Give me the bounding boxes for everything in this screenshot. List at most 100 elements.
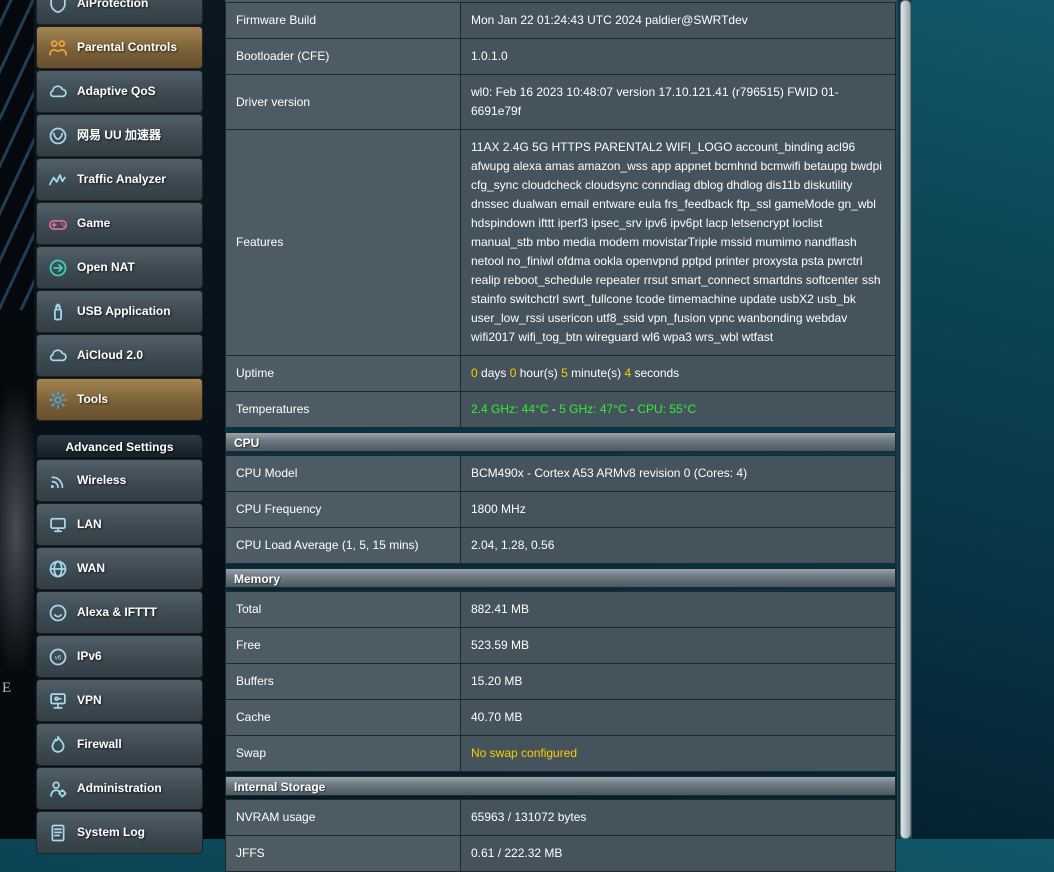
alexa-icon bbox=[47, 602, 69, 624]
row-memory-swap: SwapNo swap configured bbox=[225, 736, 896, 772]
admin-icon bbox=[47, 778, 69, 800]
sidebar-item-usb-application[interactable]: USB Application bbox=[36, 290, 203, 333]
row-memory-cache: Cache40.70 MB bbox=[225, 700, 896, 736]
gamepad-icon bbox=[47, 213, 69, 235]
sidebar-item-label: LAN bbox=[77, 518, 102, 531]
sidebar-item-vpn[interactable]: VPN bbox=[36, 679, 203, 722]
sidebar-item-aicloud[interactable]: AiCloud 2.0 bbox=[36, 334, 203, 377]
row-memory-free: Free523.59 MB bbox=[225, 628, 896, 664]
artwork-blue-streaks bbox=[0, 0, 34, 310]
sidebar-item-wireless[interactable]: Wireless bbox=[36, 459, 203, 502]
row-value: 11AX 2.4G 5G HTTPS PARENTAL2 WIFI_LOGO a… bbox=[461, 130, 895, 355]
sidebar-item-label: WAN bbox=[77, 562, 105, 575]
section-header-cpu: CPU bbox=[225, 432, 896, 452]
sidebar-item-administration[interactable]: Administration bbox=[36, 767, 203, 810]
sidebar-item-label: Parental Controls bbox=[77, 41, 177, 54]
row-jffs: JFFS0.61 / 222.32 MB bbox=[225, 836, 896, 872]
row-memory-total: Total882.41 MB bbox=[225, 591, 896, 628]
sidebar-item-label: Firewall bbox=[77, 738, 122, 751]
log-icon bbox=[47, 822, 69, 844]
row-label: Swap bbox=[226, 736, 461, 771]
row-bootloader: Bootloader (CFE)1.0.1.0 bbox=[225, 39, 896, 75]
wireless-icon bbox=[47, 470, 69, 492]
sidebar-item-lan[interactable]: LAN bbox=[36, 503, 203, 546]
sidebar-item-label: USB Application bbox=[77, 305, 171, 318]
row-label: Firmware Build bbox=[226, 3, 461, 38]
sidebar-item-traffic-analyzer[interactable]: Traffic Analyzer bbox=[36, 158, 203, 201]
lan-icon bbox=[47, 514, 69, 536]
section-header-memory: Memory bbox=[225, 568, 896, 588]
row-features: Features11AX 2.4G 5G HTTPS PARENTAL2 WIF… bbox=[225, 130, 896, 356]
row-label: Driver version bbox=[226, 75, 461, 129]
usb-icon bbox=[47, 301, 69, 323]
row-uptime: Uptime0 days 0 hour(s) 5 minute(s) 4 sec… bbox=[225, 356, 896, 392]
row-value: wl0: Feb 16 2023 10:48:07 version 17.10.… bbox=[461, 75, 895, 129]
sidebar-item-uu-booster[interactable]: 网易 UU 加速器 bbox=[36, 114, 203, 157]
sidebar-item-ipv6[interactable]: v6 IPv6 bbox=[36, 635, 203, 678]
background-artwork: E bbox=[0, 0, 34, 839]
sidebar-item-aiprotection[interactable]: AiProtection bbox=[36, 0, 203, 25]
row-label: Free bbox=[226, 628, 461, 663]
row-cpu-load-average: CPU Load Average (1, 5, 15 mins)2.04, 1.… bbox=[225, 528, 896, 564]
row-value: 523.59 MB bbox=[461, 628, 895, 663]
advanced-settings-header: Advanced Settings bbox=[36, 434, 203, 458]
row-value: 882.41 MB bbox=[461, 592, 895, 627]
wan-icon bbox=[47, 558, 69, 580]
open-nat-icon bbox=[47, 257, 69, 279]
sidebar-item-tools[interactable]: Tools bbox=[36, 378, 203, 421]
system-info-table: Firmware BuildMon Jan 22 01:24:43 UTC 20… bbox=[225, 3, 896, 872]
sidebar-item-label: Traffic Analyzer bbox=[77, 173, 166, 186]
sidebar-item-wan[interactable]: WAN bbox=[36, 547, 203, 590]
sidebar-item-game[interactable]: Game bbox=[36, 202, 203, 245]
sidebar-item-adaptive-qos[interactable]: Adaptive QoS bbox=[36, 70, 203, 113]
sidebar: AiProtection Parental Controls Adaptive Qo… bbox=[36, 0, 203, 855]
parental-icon bbox=[47, 37, 69, 59]
svg-text:v6: v6 bbox=[55, 654, 62, 661]
row-label: Uptime bbox=[226, 356, 461, 391]
main-content: Firmware BuildMon Jan 22 01:24:43 UTC 20… bbox=[225, 0, 896, 872]
sidebar-item-firewall[interactable]: Firewall bbox=[36, 723, 203, 766]
sidebar-item-label: AiProtection bbox=[77, 0, 148, 10]
uu-icon bbox=[47, 125, 69, 147]
row-label: Bootloader (CFE) bbox=[226, 39, 461, 74]
row-value: Mon Jan 22 01:24:43 UTC 2024 paldier@SWR… bbox=[461, 3, 895, 38]
sidebar-item-system-log[interactable]: System Log bbox=[36, 811, 203, 854]
sidebar-item-label: Alexa & IFTTT bbox=[77, 606, 157, 619]
row-label: Total bbox=[226, 592, 461, 627]
artwork-mech-figure bbox=[0, 380, 34, 680]
sidebar-item-parental-controls[interactable]: Parental Controls bbox=[36, 26, 203, 69]
scrollbar[interactable] bbox=[897, 0, 912, 839]
sidebar-item-label: Wireless bbox=[77, 474, 126, 487]
flame-icon bbox=[47, 734, 69, 756]
row-value: 0 days 0 hour(s) 5 minute(s) 4 seconds bbox=[461, 356, 895, 391]
vpn-icon bbox=[47, 690, 69, 712]
sidebar-item-label: System Log bbox=[77, 826, 145, 839]
row-memory-buffers: Buffers15.20 MB bbox=[225, 664, 896, 700]
row-value: BCM490x - Cortex A53 ARMv8 revision 0 (C… bbox=[461, 456, 895, 491]
row-driver-version: Driver versionwl0: Feb 16 2023 10:48:07 … bbox=[225, 75, 896, 130]
row-label: CPU Model bbox=[226, 456, 461, 491]
artwork-letter: E bbox=[2, 680, 11, 697]
row-cpu-frequency: CPU Frequency1800 MHz bbox=[225, 492, 896, 528]
sidebar-item-label: 网易 UU 加速器 bbox=[77, 129, 161, 142]
row-cpu-model: CPU ModelBCM490x - Cortex A53 ARMv8 revi… bbox=[225, 455, 896, 492]
sidebar-item-label: AiCloud 2.0 bbox=[77, 349, 143, 362]
row-value: 0.61 / 222.32 MB bbox=[461, 836, 895, 871]
row-value: 15.20 MB bbox=[461, 664, 895, 699]
ipv6-icon: v6 bbox=[47, 646, 69, 668]
row-label: Cache bbox=[226, 700, 461, 735]
sidebar-item-alexa-ifttt[interactable]: Alexa & IFTTT bbox=[36, 591, 203, 634]
row-value: 1800 MHz bbox=[461, 492, 895, 527]
cloud-icon bbox=[47, 81, 69, 103]
row-value: 2.04, 1.28, 0.56 bbox=[461, 528, 895, 563]
sidebar-item-open-nat[interactable]: Open NAT bbox=[36, 246, 203, 289]
sidebar-item-label: VPN bbox=[77, 694, 102, 707]
scrollbar-thumb[interactable] bbox=[900, 0, 911, 839]
row-label: NVRAM usage bbox=[226, 800, 461, 835]
cloud-icon bbox=[47, 345, 69, 367]
sidebar-item-label: IPv6 bbox=[77, 650, 102, 663]
row-label: Buffers bbox=[226, 664, 461, 699]
row-value: No swap configured bbox=[461, 736, 895, 771]
row-label: CPU Load Average (1, 5, 15 mins) bbox=[226, 528, 461, 563]
row-label: JFFS bbox=[226, 836, 461, 871]
